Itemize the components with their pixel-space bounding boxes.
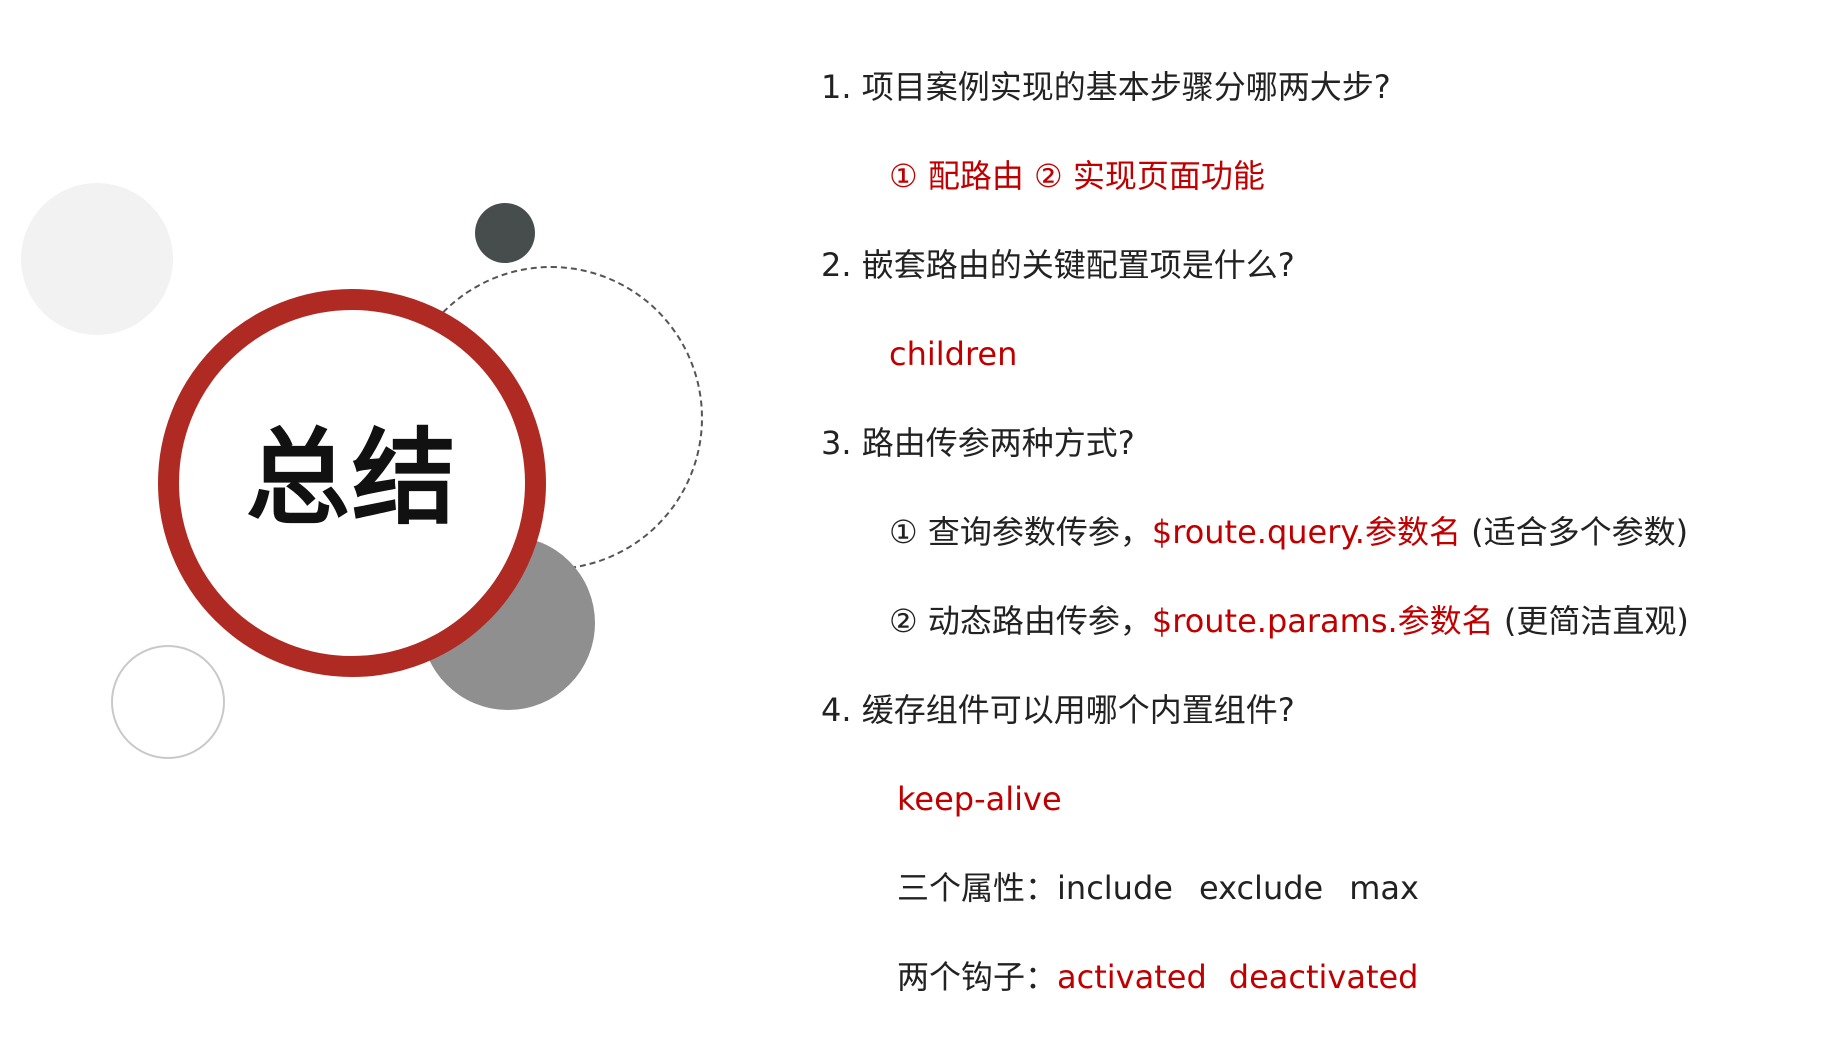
answer-3-item-1-label: ① 查询参数传参，	[889, 513, 1152, 551]
decorative-dark-dot	[475, 203, 535, 263]
question-1: 1. 项目案例实现的基本步骤分哪两大步?	[821, 68, 1391, 106]
question-3: 3. 路由传参两种方式?	[821, 424, 1135, 462]
hook-activated: activated	[1057, 958, 1207, 996]
answer-3-item-2: ② 动态路由传参，$route.params.参数名 (更简洁直观)	[889, 601, 1689, 641]
keep-alive-hooks: 两个钩子：activated deactivated	[897, 957, 1418, 997]
answer-3-item-1-code: $route.query.参数名	[1151, 513, 1461, 551]
question-4: 4. 缓存组件可以用哪个内置组件?	[821, 691, 1295, 729]
answer-3-item-2-label: ② 动态路由传参，	[889, 602, 1152, 640]
props-label: 三个属性：	[897, 869, 1058, 907]
answer-3-item-2-note: (更简洁直观)	[1493, 602, 1689, 640]
answer-1: ① 配路由 ② 实现页面功能	[889, 157, 1265, 195]
prop-include: include	[1057, 869, 1173, 907]
page-title: 总结	[245, 417, 458, 539]
keep-alive-props: 三个属性：include exclude max	[897, 868, 1419, 908]
answer-4: keep-alive	[897, 780, 1062, 818]
hook-deactivated: deactivated	[1228, 958, 1419, 996]
decorative-outline-circle	[111, 645, 225, 759]
hooks-label: 两个钩子：	[897, 958, 1058, 996]
decorative-light-circle	[21, 183, 173, 335]
answer-3-item-1: ① 查询参数传参，$route.query.参数名 (适合多个参数)	[889, 512, 1688, 552]
title-ring: 总结	[158, 289, 546, 677]
question-2: 2. 嵌套路由的关键配置项是什么?	[821, 246, 1295, 284]
prop-exclude: exclude	[1198, 869, 1324, 907]
prop-max: max	[1349, 869, 1419, 907]
answer-2: children	[889, 335, 1018, 373]
answer-3-item-2-code: $route.params.参数名	[1151, 602, 1494, 640]
answer-3-item-1-note: (适合多个参数)	[1460, 513, 1689, 551]
